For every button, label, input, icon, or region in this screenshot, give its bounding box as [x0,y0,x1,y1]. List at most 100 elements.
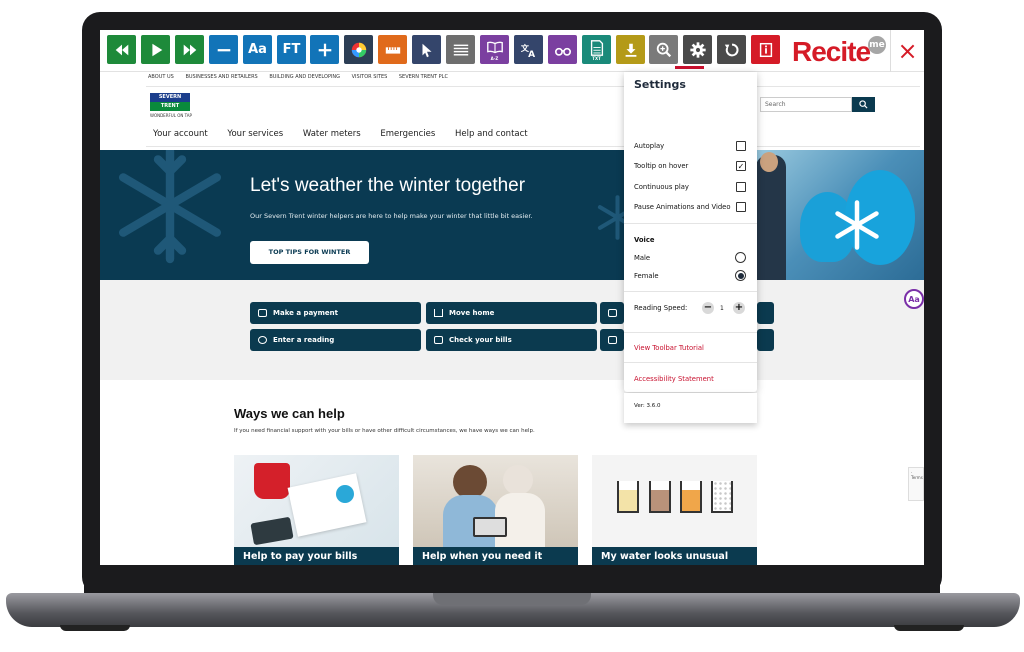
quick-link-partial[interactable] [757,329,774,351]
hero-subtitle: Our Severn Trent winter helpers are here… [250,212,533,220]
hero-banner: Let's weather the winter together Our Se… [100,150,924,280]
download-button[interactable] [616,35,645,64]
tooltip-checkbox[interactable]: ✓ [736,161,746,171]
increase-text-button[interactable] [310,35,339,64]
voice-male-radio[interactable] [735,252,746,263]
search-button[interactable] [852,97,875,112]
card-label: Help to pay your bills [234,547,399,565]
magnifier-button[interactable] [649,35,678,64]
version-text: Ver: 3.6.0 [634,403,661,409]
font-type-button[interactable]: FT [277,35,306,64]
document-icon: TXT [588,39,606,61]
minus-icon [215,41,233,59]
decrease-text-button[interactable] [209,35,238,64]
divider [146,146,920,147]
divider [624,223,757,224]
quick-link-partial[interactable] [600,329,624,351]
speed-increase-button[interactable]: + [733,302,745,314]
accessibility-statement-link[interactable]: Accessibility Statement [634,375,714,383]
divider [146,86,920,87]
color-wheel-icon [350,41,368,59]
snowflake-icon [119,150,221,264]
laptop-foot-left [60,625,130,631]
nav-water-meters[interactable]: Water meters [303,129,361,139]
utility-links: ABOUT US BUSINESSES AND RETAILERS BUILDI… [148,74,458,80]
util-link[interactable]: BUSINESSES AND RETAILERS [185,74,257,80]
autoplay-checkbox[interactable] [736,141,746,151]
hero-photo [750,150,924,280]
magnifier-icon [655,41,673,59]
cursor-button[interactable] [412,35,441,64]
pause-animations-checkbox[interactable] [736,202,746,212]
ruler-button[interactable] [378,35,407,64]
ways-title: Ways we can help [234,406,345,421]
download-icon [622,41,640,59]
util-link[interactable]: BUILDING AND DEVELOPING [269,74,340,80]
reset-button[interactable] [717,35,746,64]
play-button[interactable] [141,35,170,64]
card-image [234,455,399,547]
search-input[interactable]: Search [760,97,852,112]
quick-link-label: Make a payment [273,309,338,317]
severn-trent-logo[interactable]: SEVERN TRENT [150,93,190,111]
rewind-button[interactable] [107,35,136,64]
text-mode-button[interactable]: TXT [582,35,611,64]
screen: Aa FT A-Z 文 A TXT Recite me × ABOUT US BUSINE… [100,30,924,565]
close-toolbar-button[interactable]: × [890,30,924,72]
toolbar-tutorial-link[interactable]: View Toolbar Tutorial [634,344,704,352]
card-help-when-needed[interactable]: Help when you need it [413,455,578,565]
check-bills-button[interactable]: Check your bills [426,329,597,351]
font-icon: Aa [248,42,267,57]
recite-logo: Recite [792,36,871,67]
speed-decrease-button[interactable]: − [702,302,714,314]
make-payment-button[interactable]: Make a payment [250,302,421,324]
quick-link-partial[interactable] [757,302,774,324]
nav-your-account[interactable]: Your account [153,129,208,139]
translate-button[interactable]: 文A [514,35,543,64]
settings-button[interactable] [683,35,712,64]
recaptcha-badge: · Terms [908,467,924,501]
logo-bottom: TRENT [150,102,190,111]
meter-icon [258,336,267,344]
top-tips-button[interactable]: TOP TIPS FOR WINTER [250,241,369,264]
font-button[interactable]: Aa [243,35,272,64]
reading-speed-label: Reading Speed: [634,304,688,312]
util-link[interactable]: ABOUT US [148,74,174,80]
card-water-unusual[interactable]: My water looks unusual [592,455,757,565]
nav-emergencies[interactable]: Emergencies [380,129,435,139]
color-button[interactable] [344,35,373,64]
autoplay-label: Autoplay [634,142,665,150]
fast-forward-button[interactable] [175,35,204,64]
laptop-bezel-bottom [84,565,940,595]
continuous-play-checkbox[interactable] [736,182,746,192]
voice-female-radio[interactable] [735,270,746,281]
hero-title: Let's weather the winter together [250,175,526,196]
move-home-button[interactable]: Move home [426,302,597,324]
recite-toolbar: Aa FT A-Z 文 A TXT Recite me × [100,30,924,72]
info-button[interactable] [751,35,780,64]
nav-help-and-contact[interactable]: Help and contact [455,129,528,139]
main-nav: Your account Your services Water meters … [153,129,545,139]
dictionary-button[interactable]: A-Z [480,35,509,64]
gear-icon [689,41,707,59]
text-only-button[interactable] [446,35,475,64]
speed-value: 1 [720,305,724,312]
continuous-play-label: Continuous play [634,183,689,191]
quick-links-section: Make a payment Move home Enter a reading… [100,280,924,380]
enter-reading-button[interactable]: Enter a reading [250,329,421,351]
recite-me-badge: me [868,36,886,54]
card-image [592,455,757,547]
quick-link-label: Move home [449,309,495,317]
settings-panel: Settings Autoplay Tooltip on hover ✓ Con… [624,72,757,392]
nav-your-services[interactable]: Your services [227,129,283,139]
util-link[interactable]: SEVERN TRENT PLC [399,74,448,80]
quick-link-partial[interactable] [600,302,624,324]
recite-launcher-badge[interactable]: Aa [904,289,924,309]
ruler-icon [384,41,402,59]
card-help-pay-bills[interactable]: Help to pay your bills [234,455,399,565]
reset-icon [723,41,741,59]
divider [624,362,757,363]
util-link[interactable]: VISITOR SITES [352,74,388,80]
glasses-button[interactable] [548,35,577,64]
snowflake-icon [835,200,879,250]
